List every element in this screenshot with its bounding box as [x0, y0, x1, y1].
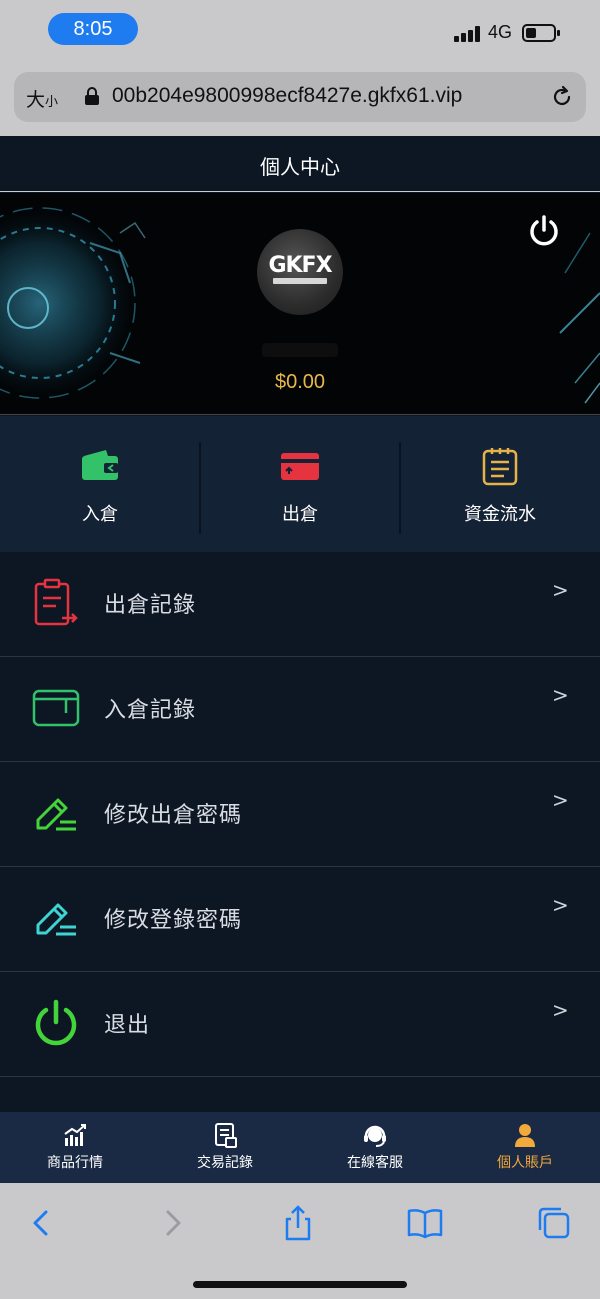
deposit-button[interactable]: 入倉 — [0, 416, 200, 552]
chevron-right-icon: > — [552, 578, 569, 602]
nav-label: 在線客服 — [347, 1155, 403, 1171]
battery-icon — [522, 24, 560, 42]
quick-actions: 入倉 出倉 資金流水 — [0, 416, 600, 552]
bookmarks-icon[interactable] — [405, 1203, 445, 1243]
text-size-button[interactable]: 大小 — [26, 85, 58, 112]
nav-label: 交易記錄 — [197, 1155, 253, 1171]
avatar: GKFX — [257, 229, 343, 315]
menu-item-change-withdraw-password[interactable]: 修改出倉密碼 > — [0, 762, 600, 867]
reload-icon[interactable] — [549, 84, 575, 110]
headset-icon — [364, 1125, 386, 1147]
edit-pencil-icon — [36, 903, 76, 936]
menu-label: 退出 — [104, 1013, 151, 1038]
nav-label: 個人賬戶 — [497, 1155, 553, 1171]
withdraw-record-icon — [34, 578, 78, 626]
url-text[interactable]: 00b204e9800998ecf8427e.gkfx61.vip — [112, 84, 462, 108]
nav-tab-account[interactable]: 個人賬戶 — [450, 1112, 600, 1183]
edit-pencil-icon — [36, 798, 76, 831]
page-title: 個人中心 — [260, 155, 340, 179]
status-time: 8:05 — [48, 13, 138, 45]
menu-label: 入倉記錄 — [104, 698, 197, 723]
avatar-logo-text: GKFX — [268, 253, 332, 278]
menu-item-deposit-record[interactable]: 入倉記錄 > — [0, 657, 600, 762]
url-bar[interactable]: 大小 00b204e9800998ecf8427e.gkfx61.vip — [14, 72, 586, 122]
chevron-right-icon: > — [552, 893, 569, 917]
app-container: 個人中心 GKFX $0.00 入倉 出倉 資金流水 出倉記錄 > 入倉記錄 >… — [0, 136, 600, 1183]
receipt-icon — [215, 1123, 237, 1148]
chevron-right-icon: > — [552, 683, 569, 707]
browser-toolbar — [0, 1183, 600, 1299]
tabs-icon[interactable] — [534, 1203, 574, 1243]
menu-item-logout[interactable]: 退出 > — [0, 972, 600, 1077]
avatar-logo-bar — [273, 278, 327, 284]
menu-item-withdraw-record[interactable]: 出倉記錄 > — [0, 552, 600, 657]
deposit-label: 入倉 — [82, 504, 118, 525]
withdraw-button[interactable]: 出倉 — [200, 416, 400, 552]
user-icon — [515, 1124, 535, 1147]
forward-icon[interactable] — [152, 1203, 192, 1243]
lock-icon — [85, 87, 99, 105]
back-icon[interactable] — [22, 1203, 62, 1243]
deposit-record-icon — [32, 689, 80, 727]
withdraw-label: 出倉 — [282, 504, 318, 525]
bottom-nav: 商品行情 交易記錄 在線客服 個人賬戶 — [0, 1112, 600, 1183]
settings-menu: 出倉記錄 > 入倉記錄 > 修改出倉密碼 > 修改登錄密碼 > 退出 > — [0, 552, 600, 1077]
logout-power-icon[interactable] — [526, 213, 562, 249]
share-icon[interactable] — [278, 1203, 318, 1243]
network-label: 4G — [488, 22, 513, 42]
menu-label: 出倉記錄 — [104, 593, 197, 618]
profile-banner: GKFX $0.00 — [0, 193, 600, 415]
signal-icon — [454, 26, 484, 42]
chart-icon — [64, 1124, 86, 1146]
nav-tab-market[interactable]: 商品行情 — [0, 1112, 150, 1183]
home-indicator — [193, 1281, 407, 1288]
nav-tab-customer-service[interactable]: 在線客服 — [300, 1112, 450, 1183]
nav-label: 商品行情 — [47, 1155, 103, 1171]
notepad-icon — [482, 448, 518, 486]
status-bar: 8:05 4G — [0, 0, 600, 62]
fund-flow-label: 資金流水 — [464, 504, 536, 525]
page-header: 個人中心 — [0, 136, 600, 192]
balance-amount: $0.00 — [274, 371, 326, 393]
nav-tab-trade-records[interactable]: 交易記錄 — [150, 1112, 300, 1183]
chevron-right-icon: > — [552, 998, 569, 1022]
menu-label: 修改出倉密碼 — [104, 803, 243, 828]
fund-flow-button[interactable]: 資金流水 — [400, 416, 600, 552]
power-icon — [35, 999, 77, 1046]
menu-label: 修改登錄密碼 — [104, 908, 243, 933]
menu-item-change-login-password[interactable]: 修改登錄密碼 > — [0, 867, 600, 972]
chevron-right-icon: > — [552, 788, 569, 812]
username — [262, 343, 338, 357]
card-icon — [281, 453, 319, 480]
wallet-icon — [82, 450, 118, 480]
